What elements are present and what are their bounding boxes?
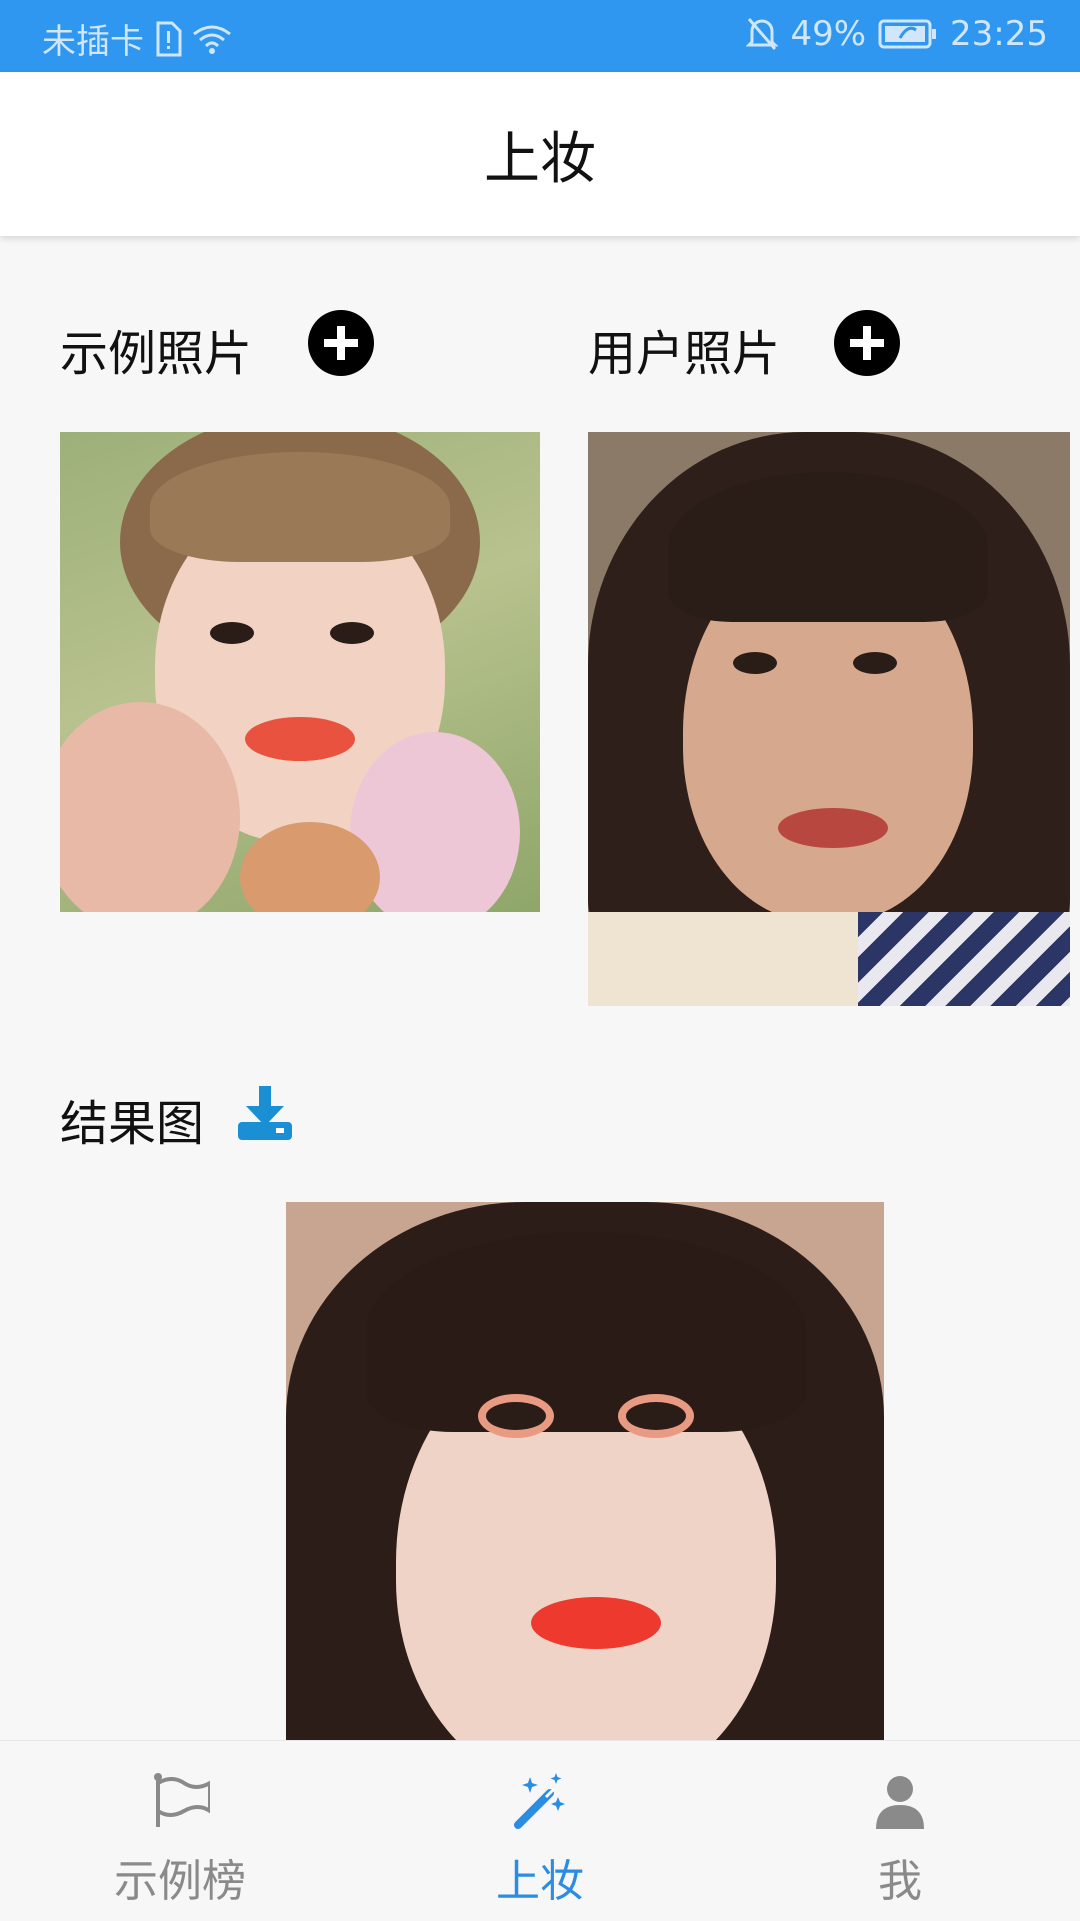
download-result-button[interactable]	[236, 1086, 294, 1142]
user-icon	[876, 1776, 924, 1829]
sim-alert-icon	[154, 21, 182, 57]
wifi-icon	[192, 22, 232, 56]
add-user-photo-button[interactable]	[834, 310, 900, 376]
nav-label-examples: 示例榜	[114, 1856, 246, 1907]
nav-label-makeup: 上妆	[496, 1856, 584, 1907]
example-photo[interactable]	[60, 432, 540, 912]
result-photo[interactable]	[286, 1202, 884, 1740]
bottom-nav: 示例榜 上妆 我	[0, 1740, 1080, 1921]
status-bar: 未插卡 49% 23:25	[0, 0, 1080, 72]
nav-item-makeup[interactable]: 上妆	[360, 1741, 720, 1921]
result-label: 结果图	[60, 1096, 205, 1152]
battery-icon	[878, 18, 938, 50]
mute-bell-icon	[746, 16, 779, 52]
clock: 23:25	[950, 14, 1048, 54]
download-icon	[238, 1086, 292, 1140]
app-bar: 上妆	[0, 72, 1080, 236]
user-photo[interactable]	[588, 432, 1070, 1006]
add-example-photo-button[interactable]	[308, 310, 374, 376]
nav-label-me: 我	[878, 1856, 922, 1907]
nav-item-me[interactable]: 我	[720, 1741, 1080, 1921]
example-photo-label: 示例照片	[60, 326, 253, 382]
carrier-label: 未插卡	[42, 22, 144, 62]
flag-icon	[154, 1773, 210, 1827]
battery-percent: 49%	[790, 14, 867, 54]
page-title: 上妆	[484, 126, 596, 192]
user-photo-label: 用户照片	[588, 326, 781, 382]
nav-item-examples[interactable]: 示例榜	[0, 1741, 360, 1921]
magic-wand-icon	[514, 1773, 565, 1829]
